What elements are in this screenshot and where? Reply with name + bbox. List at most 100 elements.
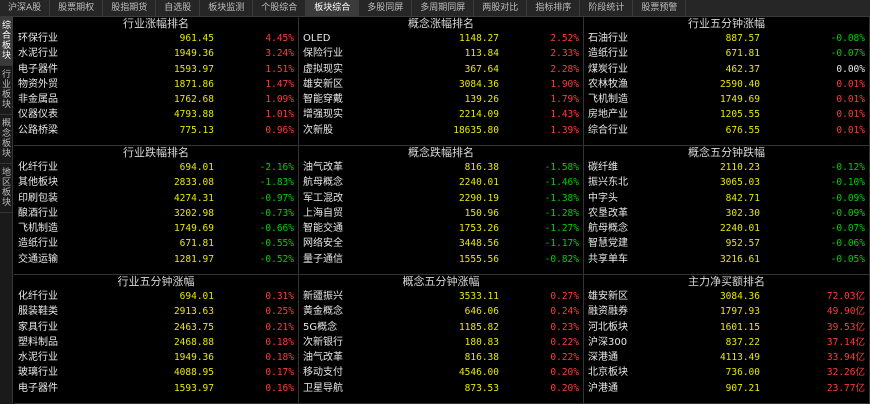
list-item[interactable]: 量子通信 1555.56 -0.82% — [299, 252, 583, 267]
list-item[interactable]: 房地产业 1205.55 0.01% — [584, 107, 869, 122]
list-item[interactable]: 5G概念 1185.82 0.23% — [299, 320, 583, 335]
tab-7[interactable]: 多股同屏 — [359, 0, 413, 16]
tab-0[interactable]: 沪深A股 — [0, 0, 51, 16]
list-item[interactable]: 水泥行业 1949.36 3.24% — [14, 46, 298, 61]
list-item[interactable]: 非金属品 1762.68 1.09% — [14, 92, 298, 107]
list-item[interactable]: 卫星导航 873.53 0.20% — [299, 381, 583, 396]
list-item[interactable]: 农垦改革 302.30 -0.09% — [584, 206, 869, 221]
list-item[interactable]: 造纸行业 671.81 -0.55% — [14, 236, 298, 251]
list-item[interactable]: 公路桥梁 775.13 0.96% — [14, 123, 298, 138]
list-item[interactable]: 雄安新区 3084.36 72.03亿 — [584, 289, 869, 304]
list-item[interactable]: 智能穿戴 139.26 1.79% — [299, 92, 583, 107]
list-item[interactable]: 军工混改 2290.19 -1.38% — [299, 191, 583, 206]
list-item[interactable]: 融资融券 1797.93 49.90亿 — [584, 304, 869, 319]
list-item[interactable]: 油气改革 816.38 0.22% — [299, 350, 583, 365]
tab-12[interactable]: 股票预警 — [633, 0, 687, 16]
list-item[interactable]: 玻璃行业 4088.95 0.17% — [14, 365, 298, 380]
list-item[interactable]: 石油行业 887.57 -0.08% — [584, 31, 869, 46]
list-item[interactable]: 电子器件 1593.97 0.16% — [14, 381, 298, 396]
list-item[interactable]: 水泥行业 1949.36 0.18% — [14, 350, 298, 365]
tab-9[interactable]: 两股对比 — [474, 0, 528, 16]
panel-5: 概念五分钟跌幅 碳纤维 2110.23 -0.12% 振兴东北 3065.03 -0.10%… — [584, 146, 870, 275]
list-item[interactable]: 造纸行业 671.81 -0.07% — [584, 46, 869, 61]
list-item[interactable]: 飞机制造 1749.69 -0.66% — [14, 221, 298, 236]
item-change: -0.10% — [830, 177, 865, 189]
item-change: 0.22% — [550, 352, 579, 364]
item-price: 873.53 — [464, 382, 499, 394]
list-item[interactable]: 沪深300 837.22 37.14亿 — [584, 335, 869, 350]
list-item[interactable]: 塑料制品 2468.88 0.18% — [14, 335, 298, 350]
list-item[interactable]: 仪器仪表 4793.88 1.01% — [14, 107, 298, 122]
list-item[interactable]: 环保行业 961.45 4.45% — [14, 31, 298, 46]
tab-11[interactable]: 阶段统计 — [580, 0, 634, 16]
item-name: 移动支付 — [303, 367, 343, 379]
side-tab-0[interactable]: 综合板块 — [0, 17, 13, 66]
list-item[interactable]: 振兴东北 3065.03 -0.10% — [584, 175, 869, 190]
list-item[interactable]: 酿酒行业 3202.98 -0.73% — [14, 206, 298, 221]
list-item[interactable]: 网络安全 3448.56 -1.17% — [299, 236, 583, 251]
item-name: 上海自贸 — [303, 207, 343, 219]
side-tab-3[interactable]: 地区板块 — [0, 164, 13, 213]
tab-3[interactable]: 自选股 — [156, 0, 201, 16]
list-item[interactable]: 飞机制造 1749.69 0.01% — [584, 92, 869, 107]
list-item[interactable]: 智慧党建 952.57 -0.06% — [584, 236, 869, 251]
list-item[interactable]: 农林牧渔 2590.40 0.01% — [584, 77, 869, 92]
tab-8[interactable]: 多周期同屏 — [412, 0, 475, 16]
list-item[interactable]: 综合行业 676.55 0.01% — [584, 123, 869, 138]
list-item[interactable]: 物资外贸 1871.86 1.47% — [14, 77, 298, 92]
item-price: 676.55 — [725, 124, 760, 136]
list-item[interactable]: 化纤行业 694.01 0.31% — [14, 289, 298, 304]
list-item[interactable]: 印刷包装 4274.31 -0.97% — [14, 191, 298, 206]
list-item[interactable]: 虚拟现实 367.64 2.28% — [299, 62, 583, 77]
list-item[interactable]: 上海自贸 150.96 -1.28% — [299, 206, 583, 221]
tab-4[interactable]: 板块监测 — [200, 0, 254, 16]
list-item[interactable]: 黄金概念 646.06 0.24% — [299, 304, 583, 319]
list-item[interactable]: 化纤行业 694.01 -2.16% — [14, 160, 298, 175]
list-item[interactable]: 智能交通 1753.26 -1.27% — [299, 221, 583, 236]
item-change: 0.01% — [836, 78, 865, 90]
list-item[interactable]: 航母概念 2240.01 -0.07% — [584, 221, 869, 236]
list-item[interactable]: 煤炭行业 462.37 0.00% — [584, 62, 869, 77]
list-item[interactable]: 新疆振兴 3533.11 0.27% — [299, 289, 583, 304]
panel-title: 行业五分钟涨幅 — [117, 275, 195, 288]
item-name: 煤炭行业 — [588, 63, 628, 75]
list-item[interactable]: 增强现实 2214.09 1.43% — [299, 107, 583, 122]
list-item[interactable]: 移动支付 4546.00 0.20% — [299, 365, 583, 380]
list-item[interactable]: 沪港通 907.21 23.77亿 — [584, 381, 869, 396]
item-name: 沪深300 — [588, 336, 628, 348]
list-item[interactable]: 北京板块 736.00 32.26亿 — [584, 365, 869, 380]
list-item[interactable]: 次新股 18635.80 1.39% — [299, 123, 583, 138]
item-change: 0.24% — [550, 306, 579, 318]
item-change: 1.79% — [550, 94, 579, 106]
tab-2[interactable]: 股指期货 — [103, 0, 157, 16]
tab-6[interactable]: 板块综合 — [306, 0, 360, 16]
side-tab-1[interactable]: 行业板块 — [0, 66, 13, 115]
item-price: 2913.63 — [173, 306, 214, 318]
list-item[interactable]: 共享单车 3216.61 -0.05% — [584, 252, 869, 267]
list-item[interactable]: 交通运输 1281.97 -0.52% — [14, 252, 298, 267]
list-item[interactable]: 家具行业 2463.75 0.21% — [14, 320, 298, 335]
item-name: 造纸行业 — [588, 48, 628, 60]
item-name: 沪港通 — [588, 382, 618, 394]
list-item[interactable]: 服装鞋类 2913.63 0.25% — [14, 304, 298, 319]
item-name: 酿酒行业 — [18, 207, 58, 219]
list-item[interactable]: 保险行业 113.84 2.33% — [299, 46, 583, 61]
side-tab-2[interactable]: 概念板块 — [0, 115, 13, 164]
item-name: 北京板块 — [588, 367, 628, 379]
item-change: 0.22% — [550, 336, 579, 348]
list-item[interactable]: 电子器件 1593.97 1.51% — [14, 62, 298, 77]
list-item[interactable]: 航母概念 2240.01 -1.46% — [299, 175, 583, 190]
list-item[interactable]: OLED 1148.27 2.52% — [299, 31, 583, 46]
tab-1[interactable]: 股票期权 — [50, 0, 104, 16]
item-name: 物资外贸 — [18, 78, 58, 90]
tab-10[interactable]: 指标排序 — [527, 0, 581, 16]
list-item[interactable]: 雄安新区 3084.36 1.90% — [299, 77, 583, 92]
list-item[interactable]: 次新银行 180.83 0.22% — [299, 335, 583, 350]
list-item[interactable]: 中字头 842.71 -0.09% — [584, 191, 869, 206]
list-item[interactable]: 其他板块 2833.08 -1.83% — [14, 175, 298, 190]
list-item[interactable]: 碳纤维 2110.23 -0.12% — [584, 160, 869, 175]
tab-5[interactable]: 个股综合 — [253, 0, 307, 16]
list-item[interactable]: 深港通 4113.49 33.94亿 — [584, 350, 869, 365]
list-item[interactable]: 河北板块 1601.15 39.53亿 — [584, 320, 869, 335]
list-item[interactable]: 油气改革 816.38 -1.58% — [299, 160, 583, 175]
